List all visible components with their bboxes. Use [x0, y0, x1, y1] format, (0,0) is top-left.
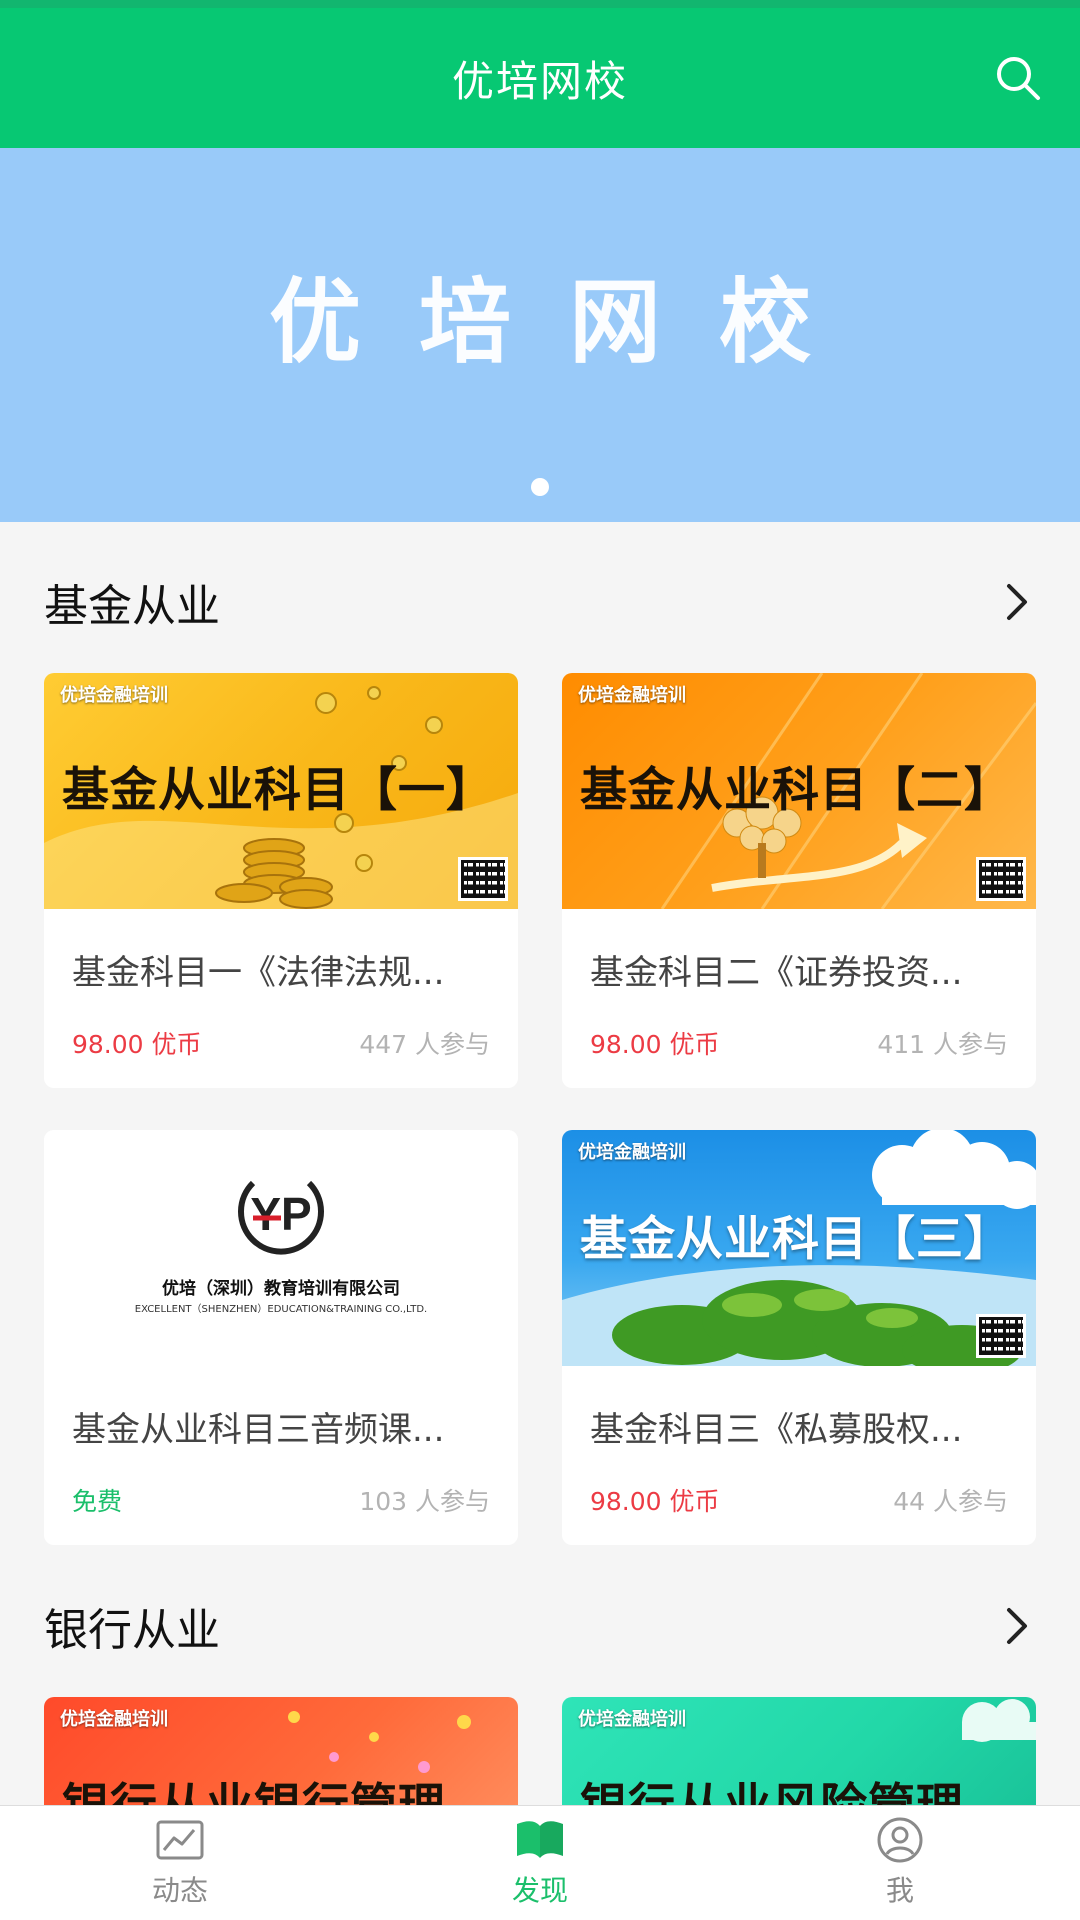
section-header-bank[interactable]: 银行从业 [0, 1586, 1080, 1666]
thumb-headline: 基金从业科目【三】 [580, 1212, 1012, 1267]
thumb-headline: 银行从业银行管理 [62, 1767, 446, 1805]
nav-item-dynamics[interactable]: 动态 [0, 1806, 360, 1920]
logo-text: YP [250, 1188, 311, 1240]
search-button[interactable] [992, 52, 1044, 104]
course-thumbnail: 优培金融培训 银行从业银行管理 [44, 1697, 518, 1805]
app-bar: 优培网校 [0, 8, 1080, 148]
bottom-navigation: 动态 发现 我 [0, 1805, 1080, 1920]
course-card[interactable]: 优培金融培训 银行从业银行管理 [44, 1697, 518, 1805]
course-price: 98.00 优币 [72, 1030, 202, 1059]
course-title: 基金从业科目三音频课... [72, 1410, 445, 1450]
course-title: 基金科目三《私募股权... [590, 1410, 963, 1450]
thumb-brand: 优培金融培训 [578, 1142, 686, 1163]
company-name-en: EXCELLENT（SHENZHEN）EDUCATION&TRAINING CO… [134, 1304, 428, 1315]
course-thumbnail: 优培金融培训 基金从业科目【三】 [562, 1130, 1036, 1366]
course-card[interactable]: YP 优培（深圳）教育培训有限公司 EXCELLENT（SHENZHEN）EDU… [44, 1130, 518, 1545]
thumb-headline: 基金从业科目【二】 [580, 763, 1012, 818]
nav-item-me[interactable]: 我 [720, 1806, 1080, 1920]
course-thumbnail: 优培金融培训 基金从业科目【二】 [562, 673, 1036, 909]
course-thumbnail: YP 优培（深圳）教育培训有限公司 EXCELLENT（SHENZHEN）EDU… [44, 1130, 518, 1366]
course-card[interactable]: 优培金融培训 基金从业科目【三】 基金科目三《私募股权... 98.00 优币 … [562, 1130, 1036, 1545]
chevron-right-icon[interactable] [996, 582, 1036, 622]
course-thumbnail: 优培金融培训 银行从业风险管理 [562, 1697, 1036, 1805]
company-logo: YP [44, 1168, 518, 1264]
status-bar [0, 0, 1080, 8]
thumb-brand: 优培金融培训 [578, 685, 686, 706]
qr-code-icon [976, 857, 1026, 901]
course-card[interactable]: 优培金融培训 基金从业科目【一】 基金科目一《法律法规... 98.00 优币 … [44, 673, 518, 1088]
course-card[interactable]: 优培金融培训 银行从业风险管理 [562, 1697, 1036, 1805]
banner-text: 优培网校 [268, 269, 869, 376]
banner-carousel[interactable]: 优培网校 [0, 148, 1080, 522]
course-participants: 447 人参与 [359, 1030, 490, 1059]
nav-label: 我 [885, 1874, 914, 1907]
user-icon [875, 1817, 925, 1863]
course-price: 98.00 优币 [590, 1487, 720, 1516]
thumb-headline: 银行从业风险管理 [580, 1767, 964, 1805]
course-price: 免费 [72, 1487, 123, 1516]
course-card[interactable]: 优培金融培训 基金从业科目【二】 基金科目二《证券投资... 98.00 优币 … [562, 673, 1036, 1088]
course-thumbnail: 优培金融培训 基金从业科目【一】 [44, 673, 518, 909]
chart-icon [155, 1817, 205, 1863]
course-participants: 44 人参与 [893, 1487, 1008, 1516]
course-title: 基金科目二《证券投资... [590, 953, 963, 993]
nav-label: 发现 [511, 1874, 568, 1907]
search-icon [997, 57, 1040, 100]
nav-item-discover[interactable]: 发现 [360, 1806, 720, 1920]
carousel-indicator [531, 478, 549, 496]
thumb-brand: 优培金融培训 [60, 1709, 168, 1730]
course-price: 98.00 优币 [590, 1030, 720, 1059]
section-header-fund[interactable]: 基金从业 [0, 562, 1080, 642]
course-participants: 411 人参与 [877, 1030, 1008, 1059]
section-title: 银行从业 [44, 1605, 220, 1656]
course-title: 基金科目一《法律法规... [72, 953, 445, 993]
thumb-brand: 优培金融培训 [60, 685, 168, 706]
chevron-right-icon[interactable] [996, 1606, 1036, 1646]
thumb-headline: 基金从业科目【一】 [62, 763, 494, 818]
nav-label: 动态 [151, 1874, 208, 1907]
qr-code-icon [976, 1314, 1026, 1358]
qr-code-icon [458, 857, 508, 901]
app-title: 优培网校 [451, 56, 628, 106]
company-name-cn: 优培（深圳）教育培训有限公司 [162, 1279, 400, 1299]
section-title: 基金从业 [44, 581, 220, 632]
book-icon [515, 1817, 565, 1863]
course-participants: 103 人参与 [359, 1487, 490, 1516]
thumb-brand: 优培金融培训 [578, 1709, 686, 1730]
